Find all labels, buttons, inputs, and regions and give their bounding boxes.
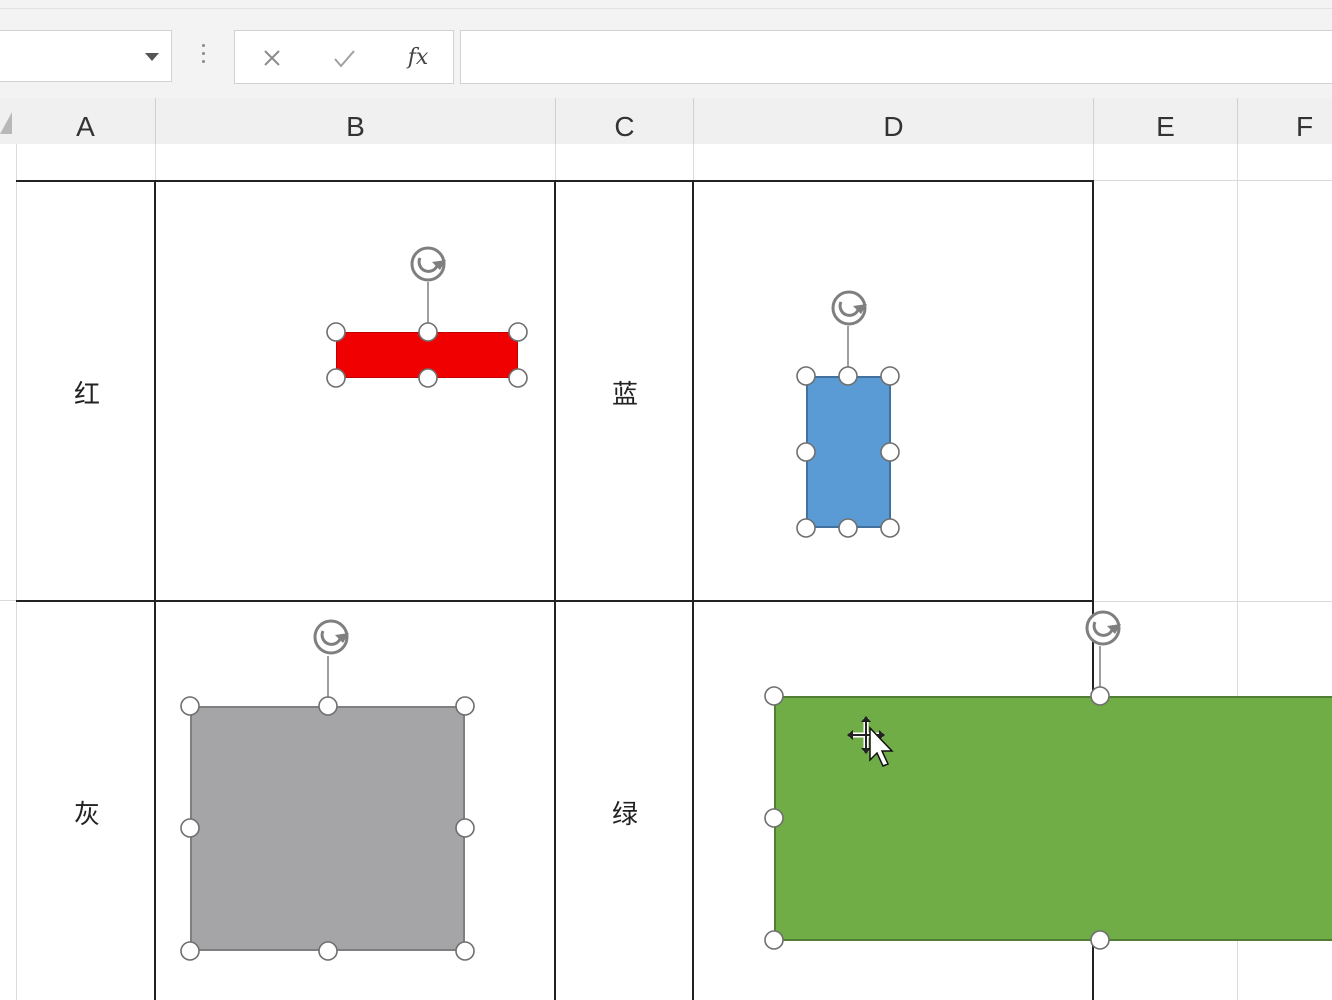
cell-border [554, 180, 556, 1000]
cell-a-red[interactable]: 红 [57, 374, 117, 411]
cell-border [692, 180, 694, 1000]
column-header-d[interactable]: D [694, 98, 1094, 144]
cell-a-gray[interactable]: 灰 [57, 794, 117, 831]
ribbon-divider [0, 8, 1332, 9]
gridline [0, 600, 16, 601]
cell-border [154, 180, 156, 1000]
column-header-b[interactable]: B [156, 98, 556, 144]
gridline [155, 144, 156, 180]
more-options-icon[interactable] [198, 44, 208, 70]
cancel-x-icon[interactable] [255, 41, 289, 75]
column-header-e[interactable]: E [1094, 98, 1238, 144]
cell-c-blue[interactable]: 蓝 [595, 374, 655, 411]
insert-function-button[interactable]: fx [403, 41, 433, 75]
chevron-down-icon[interactable] [145, 53, 159, 61]
formula-bar-area: fx [0, 0, 1332, 99]
formula-actions: fx [234, 30, 454, 84]
name-box[interactable] [0, 30, 172, 82]
gridline [16, 144, 17, 1000]
green-rectangle-shape[interactable] [774, 696, 1332, 941]
gridline [1094, 601, 1332, 602]
gray-rectangle-shape[interactable] [190, 706, 465, 951]
column-header-row: A B C D E F [0, 98, 1332, 145]
column-header-a[interactable]: A [16, 98, 156, 144]
gridline [1093, 144, 1094, 180]
formula-input[interactable] [460, 30, 1332, 84]
red-rectangle-shape[interactable] [336, 332, 518, 378]
blue-rectangle-shape[interactable] [806, 376, 891, 528]
column-header-f[interactable]: F [1238, 98, 1332, 144]
checkmark-icon[interactable] [327, 41, 361, 75]
gridline [693, 144, 694, 180]
gridline [1094, 180, 1332, 181]
select-all-corner[interactable] [0, 112, 12, 134]
gridline [555, 144, 556, 180]
column-header-c[interactable]: C [556, 98, 694, 144]
cell-c-green[interactable]: 绿 [595, 794, 655, 831]
